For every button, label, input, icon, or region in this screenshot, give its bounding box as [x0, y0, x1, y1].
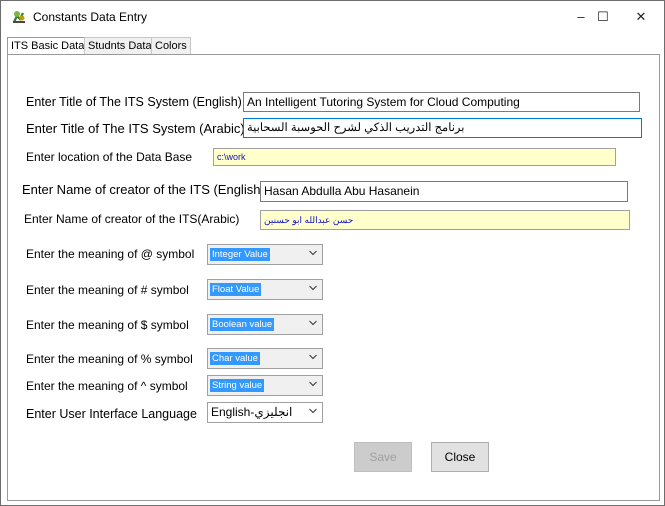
creator-en-label: Enter Name of creator of the ITS (Englis…	[22, 182, 265, 197]
tab-its-basic-data[interactable]: ITS Basic Data	[7, 37, 89, 55]
close-icon: ✕	[635, 9, 647, 24]
ui-language-select[interactable]: English-انجليزي	[207, 402, 323, 423]
caret-symbol-value: String value	[210, 379, 265, 392]
creator-ar-input[interactable]: حسن عبدالله ابو حسنين	[260, 210, 630, 230]
percent-symbol-select[interactable]: Char value	[207, 348, 323, 369]
caret-symbol-label: Enter the meaning of ^ symbol	[26, 379, 188, 393]
title-en-input[interactable]: An Intelligent Tutoring System for Cloud…	[243, 92, 640, 112]
chevron-down-icon	[309, 381, 317, 387]
chevron-down-icon	[309, 320, 317, 326]
creator-ar-label: Enter Name of creator of the ITS(Arabic)	[24, 212, 240, 226]
tab-studnts-data[interactable]: Studnts Data	[84, 37, 156, 54]
its-basic-data-panel: Enter Title of The ITS System (English) …	[7, 54, 660, 501]
title-ar-input[interactable]: برنامج التدريب الذكي لشرح الحوسبة السحاب…	[243, 118, 642, 138]
close-button[interactable]: Close	[431, 442, 489, 472]
app-icon	[13, 11, 25, 23]
hash-symbol-select[interactable]: Float Value	[207, 279, 323, 300]
window-title: Constants Data Entry	[33, 10, 148, 24]
ui-language-value: English-انجليزي	[211, 405, 293, 419]
title-en-label: Enter Title of The ITS System (English)	[26, 95, 242, 109]
dollar-symbol-select[interactable]: Boolean value	[207, 314, 323, 335]
ui-language-label: Enter User Interface Language	[26, 407, 197, 421]
at-symbol-label: Enter the meaning of @ symbol	[26, 247, 195, 261]
at-symbol-value: Integer Value	[210, 248, 270, 261]
close-window-button[interactable]: ✕	[618, 1, 664, 33]
caret-symbol-select[interactable]: String value	[207, 375, 323, 396]
maximize-icon: ☐	[597, 9, 609, 24]
creator-en-input[interactable]: Hasan Abdulla Abu Hasanein	[260, 181, 628, 202]
dollar-symbol-value: Boolean value	[210, 318, 275, 331]
tab-colors[interactable]: Colors	[151, 37, 191, 54]
percent-symbol-label: Enter the meaning of % symbol	[26, 352, 193, 366]
title-ar-text: برنامج التدريب الذكي لشرح الحوسبة السحاب…	[247, 122, 465, 134]
db-location-input[interactable]: c:\work	[213, 148, 616, 166]
title-ar-label: Enter Title of The ITS System (Arabic)	[26, 121, 245, 136]
dollar-symbol-label: Enter the meaning of $ symbol	[26, 318, 189, 332]
db-location-label: Enter location of the Data Base	[26, 150, 193, 164]
chevron-down-icon	[309, 408, 317, 414]
constants-data-entry-window: Constants Data Entry – ☐ ✕ ITS Basic Dat…	[0, 0, 665, 506]
hash-symbol-label: Enter the meaning of # symbol	[26, 283, 189, 297]
save-button[interactable]: Save	[354, 442, 412, 472]
chevron-down-icon	[309, 354, 317, 360]
chevron-down-icon	[309, 285, 317, 291]
title-bar[interactable]: Constants Data Entry – ☐ ✕	[1, 1, 664, 33]
chevron-down-icon	[309, 250, 317, 256]
at-symbol-select[interactable]: Integer Value	[207, 244, 323, 265]
hash-symbol-value: Float Value	[210, 283, 262, 296]
percent-symbol-value: Char value	[210, 352, 260, 365]
